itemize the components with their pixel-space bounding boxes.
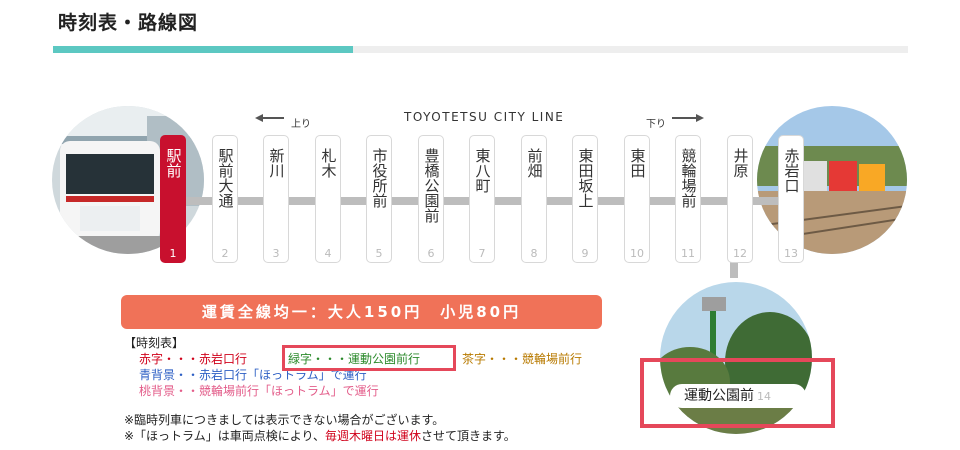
- station-2[interactable]: 駅前大通 2: [212, 135, 238, 263]
- station-number: 6: [427, 247, 435, 260]
- station-name: 競輪場前: [679, 148, 698, 208]
- station-name: 東田坂上: [576, 148, 595, 208]
- station-number: 1: [169, 247, 177, 260]
- note-2: ※「ほっトラム」は車両点検により、毎週木曜日は運休させて頂きます。: [124, 428, 516, 444]
- station-name: 新川: [267, 148, 286, 178]
- highlight-box-station: [640, 358, 835, 428]
- station-number: 4: [324, 247, 332, 260]
- legend-pink: 桃背景・・競輪場前行「ほっトラム」で運行: [139, 384, 379, 398]
- station-name: 赤岩口: [782, 148, 801, 193]
- legend-red: 赤字・・・赤岩口行: [139, 352, 248, 366]
- station-name: 駅前: [164, 148, 183, 178]
- station-8[interactable]: 前畑 8: [521, 135, 547, 263]
- up-direction-label: 上り: [291, 119, 311, 130]
- up-arrow-line: [262, 117, 284, 119]
- down-arrow-line: [672, 117, 696, 119]
- legend-brown: 茶字・・・競輪場前行: [462, 352, 583, 366]
- station-12[interactable]: 井原 12: [727, 135, 753, 263]
- line-name: TOYOTETSU CITY LINE: [404, 110, 565, 124]
- station-5[interactable]: 市役所前 5: [366, 135, 392, 263]
- station-10[interactable]: 東田 10: [624, 135, 650, 263]
- station-number: 11: [681, 247, 695, 260]
- station-name: 駅前大通: [216, 148, 235, 208]
- title-underline-accent: [53, 46, 353, 53]
- station-name: 札木: [319, 148, 338, 178]
- station-name: 東田: [628, 148, 647, 178]
- station-7[interactable]: 東八町 7: [469, 135, 495, 263]
- note-2-c: させて頂きます。: [421, 429, 516, 443]
- fare-banner: 運賃全線均一：大人150円 小児80円: [121, 295, 602, 329]
- page-title: 時刻表・路線図: [58, 12, 199, 34]
- station-11[interactable]: 競輪場前 11: [675, 135, 701, 263]
- left-arrow-icon: [255, 114, 263, 122]
- station-name: 東八町: [473, 148, 492, 193]
- station-number: 3: [272, 247, 280, 260]
- timetable-heading: 【時刻表】: [124, 336, 185, 350]
- station-number: 9: [581, 247, 589, 260]
- down-direction-label: 下り: [646, 119, 666, 130]
- station-number: 7: [478, 247, 486, 260]
- right-arrow-icon: [696, 114, 704, 122]
- station-1[interactable]: 駅前 1: [160, 135, 186, 263]
- station-name: 前畑: [525, 148, 544, 178]
- highlight-box-legend: [282, 345, 456, 371]
- note-1: ※臨時列車につきましては表示できない場合がございます。: [124, 413, 445, 427]
- station-number: 2: [221, 247, 229, 260]
- station-9[interactable]: 東田坂上 9: [572, 135, 598, 263]
- station-number: 8: [530, 247, 538, 260]
- station-3[interactable]: 新川 3: [263, 135, 289, 263]
- station-number: 10: [630, 247, 644, 260]
- station-4[interactable]: 札木 4: [315, 135, 341, 263]
- station-number: 12: [733, 247, 747, 260]
- station-name: 井原: [731, 148, 750, 178]
- station-6[interactable]: 豊橋公園前 6: [418, 135, 444, 263]
- note-2-a: ※「ほっトラム」は車両点検により、: [124, 429, 325, 443]
- note-2-b: 毎週木曜日は運休: [324, 429, 421, 443]
- station-number: 13: [784, 247, 798, 260]
- station-number: 5: [375, 247, 383, 260]
- station-name: 市役所前: [370, 148, 389, 208]
- station-13[interactable]: 赤岩口 13: [778, 135, 804, 263]
- station-name: 豊橋公園前: [422, 148, 441, 223]
